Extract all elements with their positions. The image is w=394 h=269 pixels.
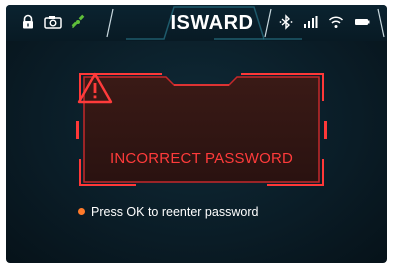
alert-message: INCORRECT PASSWORD — [109, 150, 294, 167]
satellite-icon — [71, 14, 85, 29]
error-alert-panel: INCORRECT PASSWORD — [76, 71, 327, 188]
separator-slash — [264, 8, 272, 38]
status-bar: ISWARD — [6, 5, 387, 41]
camera-icon — [44, 16, 62, 29]
app-title: ISWARD — [170, 12, 254, 34]
separator-slash — [377, 8, 385, 38]
separator-slash — [106, 8, 114, 38]
bluetooth-icon — [279, 14, 293, 30]
lock-icon — [23, 14, 33, 29]
device-screen: ISWARD INCORRECT PASSWORD Press OK to re… — [6, 5, 387, 263]
bullet-dot — [78, 208, 85, 216]
wifi-icon — [328, 16, 344, 28]
warning-triangle-icon — [77, 72, 113, 104]
cellular-signal-icon — [304, 16, 318, 28]
battery-icon — [355, 19, 370, 25]
instruction-hint: Press OK to reenter password — [78, 204, 258, 220]
instruction-text: Press OK to reenter password — [91, 205, 259, 219]
